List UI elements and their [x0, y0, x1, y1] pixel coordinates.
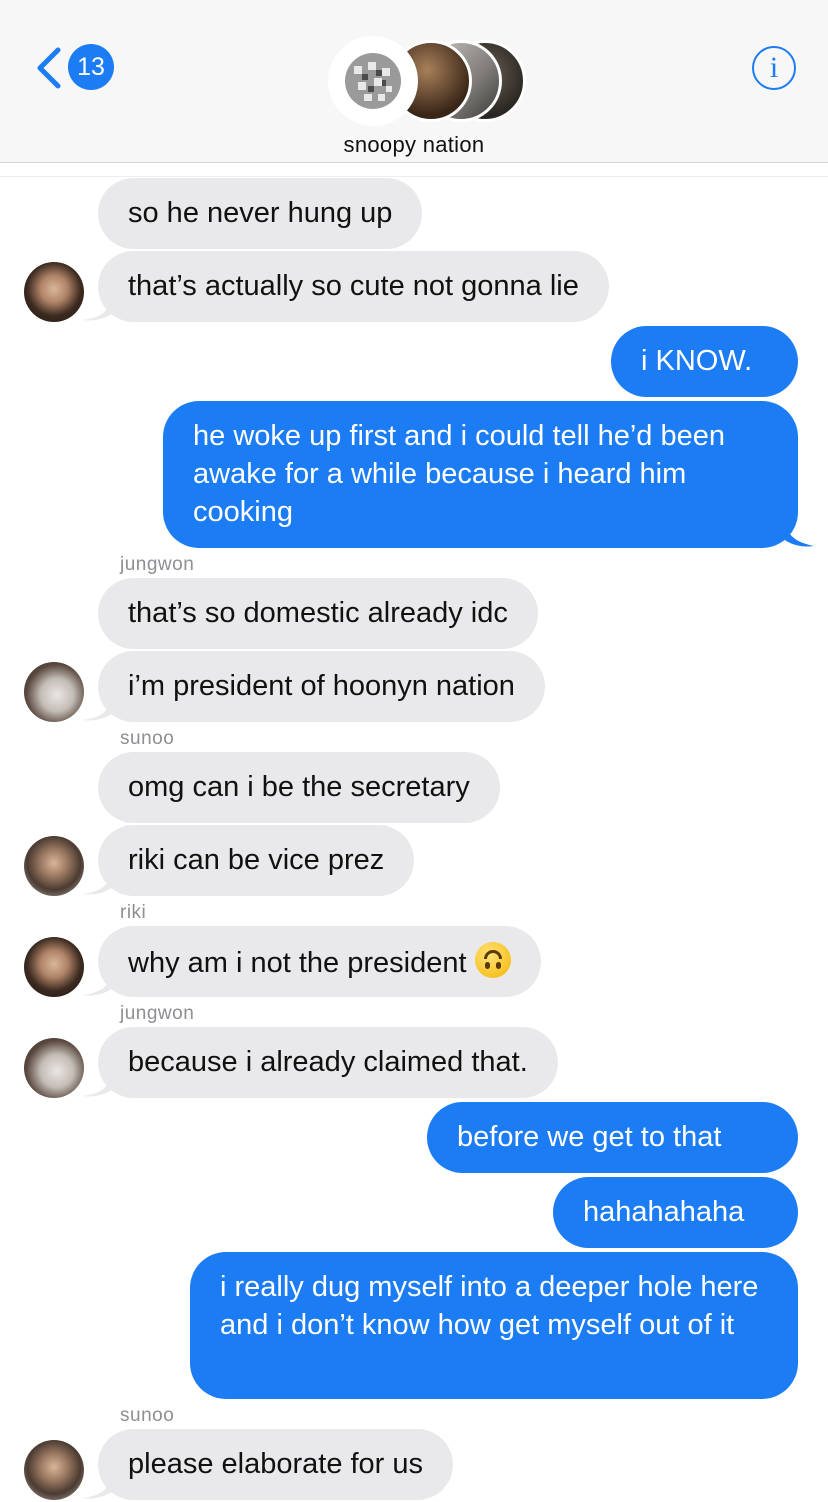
bubble-tail [82, 1072, 116, 1097]
sender-name: riki [120, 902, 147, 923]
incoming-message-bubble[interactable]: that’s so domestic already idc [98, 578, 538, 649]
group-photo-avatar [328, 36, 418, 126]
message-text: i really dug myself into a deeper hole h… [220, 1271, 759, 1341]
avatar[interactable] [24, 937, 84, 997]
incoming-message-bubble[interactable]: so he never hung up [98, 178, 423, 249]
avatar[interactable] [24, 662, 84, 722]
upside-down-face-icon [474, 942, 511, 978]
message-text: omg can i be the secretary [128, 771, 470, 803]
group-name[interactable]: snoopy nation [0, 132, 828, 158]
message-text: that’s actually so cute not gonna lie [128, 270, 579, 302]
conversation-header: 13 snoopy nation i [0, 0, 828, 163]
sender-name: sunoo [120, 1405, 175, 1426]
message-text: so he never hung up [128, 197, 393, 229]
incoming-message-bubble[interactable]: because i already claimed that. [98, 1027, 558, 1098]
bubble-tail [82, 971, 116, 996]
group-avatar-stack[interactable] [328, 36, 528, 126]
back-button[interactable]: 13 [34, 44, 134, 92]
outgoing-message-bubble[interactable]: before we get to that [427, 1102, 798, 1173]
info-button[interactable]: i [752, 46, 796, 90]
bubble-tail [82, 1474, 116, 1499]
message-text: why am i not the president [128, 947, 467, 979]
incoming-message-bubble[interactable]: that’s actually so cute not gonna lie [98, 251, 609, 322]
message-text: before we get to that [457, 1121, 722, 1153]
incoming-message-bubble[interactable]: why am i not the president [98, 926, 541, 997]
message-text: hahahahaha [583, 1196, 745, 1228]
divider [0, 176, 828, 177]
sender-name: jungwon [120, 1003, 195, 1024]
chevron-left-icon [37, 47, 61, 89]
message-text: riki can be vice prez [128, 844, 385, 876]
incoming-message-bubble[interactable]: i’m president of hoonyn nation [98, 651, 545, 722]
message-text: because i already claimed that. [128, 1046, 528, 1078]
message-text: he woke up first and i could tell he’d b… [193, 420, 726, 528]
bubble-tail [82, 296, 116, 321]
avatar[interactable] [24, 1440, 84, 1500]
incoming-message-bubble[interactable]: riki can be vice prez [98, 825, 415, 896]
unread-count-badge: 13 [68, 44, 114, 90]
message-text: i KNOW. [641, 345, 753, 377]
avatar[interactable] [24, 836, 84, 896]
avatar[interactable] [24, 1038, 84, 1098]
avatar[interactable] [24, 262, 84, 322]
outgoing-message-bubble[interactable]: he woke up first and i could tell he’d b… [163, 401, 798, 548]
outgoing-message-bubble[interactable]: i really dug myself into a deeper hole h… [190, 1252, 798, 1399]
message-text: i’m president of hoonyn nation [128, 670, 515, 702]
bubble-tail [82, 870, 116, 895]
outgoing-message-bubble[interactable]: i KNOW. [611, 326, 798, 397]
message-text: that’s so domestic already idc [128, 597, 508, 629]
bubble-tail [82, 696, 116, 721]
sender-name: jungwon [120, 554, 195, 575]
incoming-message-bubble[interactable]: omg can i be the secretary [98, 752, 500, 823]
incoming-message-bubble[interactable]: please elaborate for us [98, 1429, 454, 1500]
sender-name: sunoo [120, 728, 175, 749]
bubble-tail [780, 518, 814, 547]
outgoing-message-bubble[interactable]: hahahahaha [553, 1177, 798, 1248]
message-text: please elaborate for us [128, 1448, 424, 1480]
disco-ball-icon [329, 37, 417, 125]
